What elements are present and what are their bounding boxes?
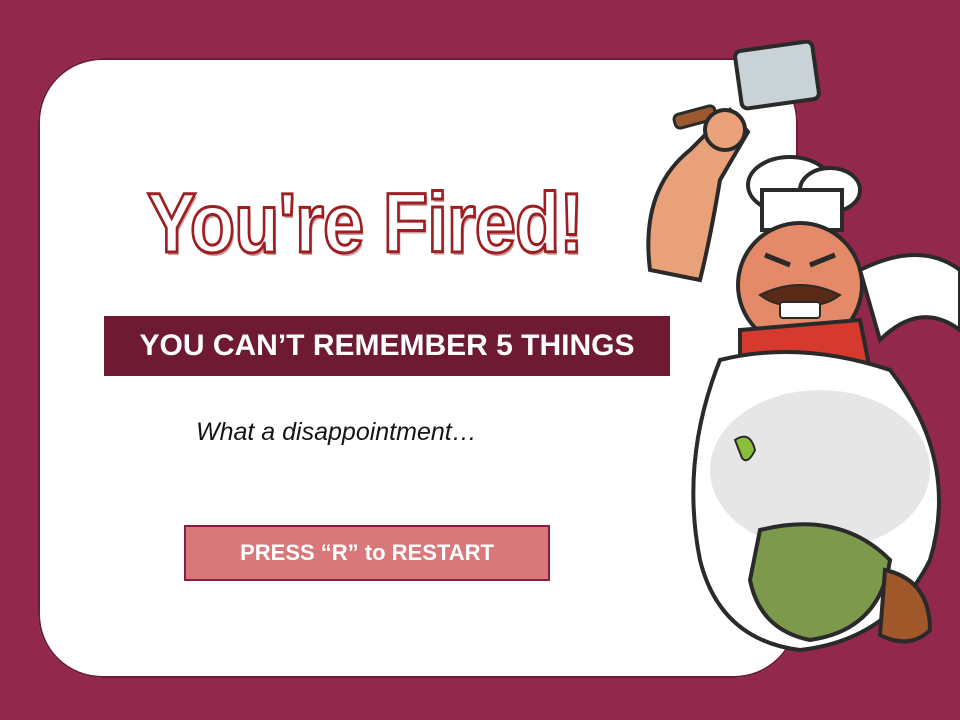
fired-reason-text: YOU CAN’T REMEMBER 5 THINGS [139,329,635,362]
game-over-title: You're Fired! [146,175,586,272]
angry-chef-with-cleaver-icon [646,40,960,653]
tagline-text: What a disappointment… [196,418,477,446]
fired-reason-banner: YOU CAN’T REMEMBER 5 THINGS [104,316,670,376]
restart-button[interactable]: PRESS “R” to RESTART [184,525,550,581]
chef-hat-icon [746,155,862,232]
cleaver-icon [672,40,821,130]
restart-button-label: PRESS “R” to RESTART [240,540,494,565]
